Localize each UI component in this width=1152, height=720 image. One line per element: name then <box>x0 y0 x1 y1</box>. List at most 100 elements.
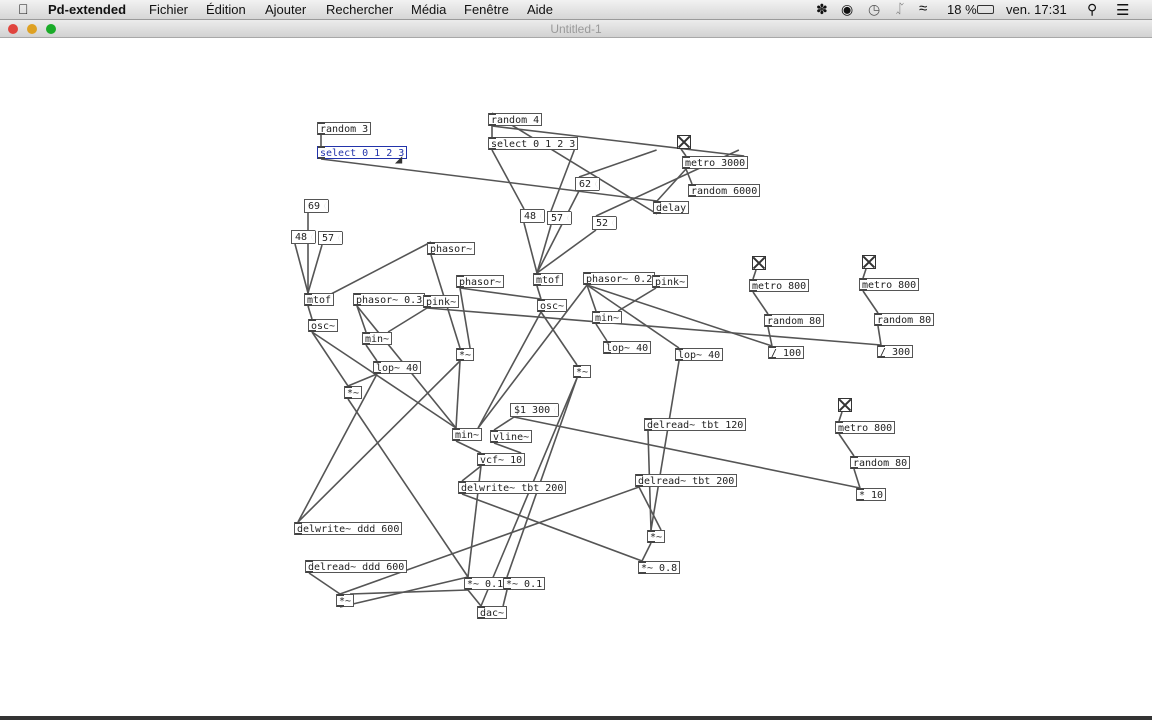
object-osc[interactable]: osc~ <box>308 319 339 332</box>
patch-cord <box>536 229 597 274</box>
object-min[interactable]: min~ <box>452 428 483 441</box>
menu-ajouter[interactable]: Ajouter <box>265 2 306 17</box>
object-random-80[interactable]: random 80 <box>764 314 825 327</box>
object-div-100[interactable]: / 100 <box>768 346 805 359</box>
message-57[interactable]: 57 <box>547 211 573 225</box>
spotlight-search-icon[interactable]: ⚲ <box>1087 1 1097 18</box>
patch-cord <box>365 344 378 362</box>
object-select-0123-selected[interactable]: select 0 1 2 3 <box>317 146 408 159</box>
object-random-80[interactable]: random 80 <box>850 456 911 469</box>
patch-cord <box>459 287 542 300</box>
menu-fichier[interactable]: Fichier <box>149 2 188 17</box>
object-random-4[interactable]: random 4 <box>488 113 543 126</box>
battery-percent[interactable]: 18 % <box>947 2 977 17</box>
object-pink[interactable]: pink~ <box>423 295 460 308</box>
object-mul[interactable]: *~ <box>456 348 475 361</box>
patch-cord <box>308 572 341 595</box>
object-metro-800[interactable]: metro 800 <box>859 278 920 291</box>
object-osc[interactable]: osc~ <box>537 299 568 312</box>
object-vline[interactable]: vline~ <box>490 430 533 443</box>
patch-canvas[interactable]: random 3 select 0 1 2 3 random 4 select … <box>0 38 1152 716</box>
object-mul-10[interactable]: * 10 <box>856 488 887 501</box>
object-lop-40[interactable]: lop~ 40 <box>675 348 724 361</box>
menu-edition[interactable]: Édition <box>206 2 246 17</box>
apple-icon[interactable]:  <box>18 1 29 17</box>
message-69[interactable]: 69 <box>304 199 330 213</box>
bang-toggle-metro-800[interactable] <box>862 255 876 269</box>
message-1-300[interactable]: $1 300 <box>510 403 560 417</box>
object-metro-800[interactable]: metro 800 <box>835 421 896 434</box>
object-delwrite-ddd-600[interactable]: delwrite~ ddd 600 <box>294 522 403 535</box>
bang-toggle-metro-800[interactable] <box>752 256 766 270</box>
object-mul-0.1[interactable]: *~ 0.1 <box>503 577 546 590</box>
object-dac[interactable]: dac~ <box>477 606 508 619</box>
patch-cord <box>838 411 843 422</box>
object-mul-0.8[interactable]: *~ 0.8 <box>638 561 681 574</box>
object-mtof[interactable]: mtof <box>533 273 564 286</box>
bluetooth-icon[interactable]: ᛢ <box>896 1 904 16</box>
gear-icon[interactable]: ✽ <box>816 1 828 18</box>
patch-cord <box>536 285 542 300</box>
bang-toggle-metro-800[interactable] <box>838 398 852 412</box>
object-delwrite-tbt-200[interactable]: delwrite~ tbt 200 <box>458 481 567 494</box>
message-52[interactable]: 52 <box>592 216 618 230</box>
record-icon[interactable]: ◉ <box>841 1 853 18</box>
object-min[interactable]: min~ <box>362 332 393 345</box>
object-mul[interactable]: *~ <box>573 365 592 378</box>
object-pink[interactable]: pink~ <box>652 275 689 288</box>
menu-rechercher[interactable]: Rechercher <box>326 2 393 17</box>
patch-cord <box>578 149 657 178</box>
patch-cord <box>638 486 662 531</box>
object-select-0123[interactable]: select 0 1 2 3 <box>488 137 579 150</box>
patch-cord <box>339 576 469 608</box>
object-phasor-0.2[interactable]: phasor~ 0.2 <box>583 272 656 285</box>
object-delread-tbt-200[interactable]: delread~ tbt 200 <box>635 474 738 487</box>
bang-toggle-metro-3000[interactable] <box>677 135 691 149</box>
object-lop-40[interactable]: lop~ 40 <box>603 341 652 354</box>
notification-center-icon[interactable]: ☰ <box>1116 1 1129 19</box>
object-metro-800[interactable]: metro 800 <box>749 279 810 292</box>
patch-cord <box>752 291 769 315</box>
patch-cord <box>493 416 515 431</box>
patch-cord <box>838 433 855 457</box>
object-mul[interactable]: *~ <box>336 594 355 607</box>
message-48[interactable]: 48 <box>520 209 546 223</box>
patch-cord <box>294 243 309 294</box>
object-vcf-10[interactable]: vcf~ 10 <box>477 453 526 466</box>
menu-fenetre[interactable]: Fenêtre <box>464 2 509 17</box>
object-phasor[interactable]: phasor~ <box>427 242 476 255</box>
patch-cord <box>297 373 378 523</box>
menu-aide[interactable]: Aide <box>527 2 553 17</box>
patch-cord <box>347 398 469 578</box>
wifi-icon[interactable]: ≈ <box>919 0 927 17</box>
object-random-6000[interactable]: random 6000 <box>688 184 761 197</box>
object-lop-40[interactable]: lop~ 40 <box>373 361 422 374</box>
object-mul[interactable]: *~ <box>344 386 363 399</box>
message-62[interactable]: 62 <box>575 177 601 191</box>
patch-cord <box>502 589 508 607</box>
object-delread-tbt-120[interactable]: delread~ tbt 120 <box>644 418 747 431</box>
menu-app-name[interactable]: Pd-extended <box>48 2 126 17</box>
message-48[interactable]: 48 <box>291 230 317 244</box>
object-phasor[interactable]: phasor~ <box>456 275 505 288</box>
object-mul[interactable]: *~ <box>647 530 666 543</box>
window-title: Untitled-1 <box>550 22 602 36</box>
object-div-300[interactable]: / 300 <box>877 345 914 358</box>
message-57[interactable]: 57 <box>318 231 344 245</box>
patch-cord <box>650 360 680 531</box>
object-delread-ddd-600[interactable]: delread~ ddd 600 <box>305 560 408 573</box>
object-random-80[interactable]: random 80 <box>874 313 935 326</box>
object-mtof[interactable]: mtof <box>304 293 335 306</box>
object-min[interactable]: min~ <box>592 311 623 324</box>
time-machine-icon[interactable]: ◷ <box>868 1 880 18</box>
menu-clock[interactable]: ven. 17:31 <box>1006 2 1067 17</box>
battery-icon[interactable] <box>977 5 994 14</box>
menu-media[interactable]: Média <box>411 2 446 17</box>
object-metro-3000[interactable]: metro 3000 <box>682 156 749 169</box>
patch-cord <box>461 493 643 562</box>
patch-cord <box>467 589 482 607</box>
object-phasor-0.3[interactable]: phasor~ 0.3 <box>353 293 426 306</box>
object-delay[interactable]: delay <box>653 201 690 214</box>
object-mul-0.1[interactable]: *~ 0.1 <box>464 577 507 590</box>
object-random-3[interactable]: random 3 <box>317 122 372 135</box>
